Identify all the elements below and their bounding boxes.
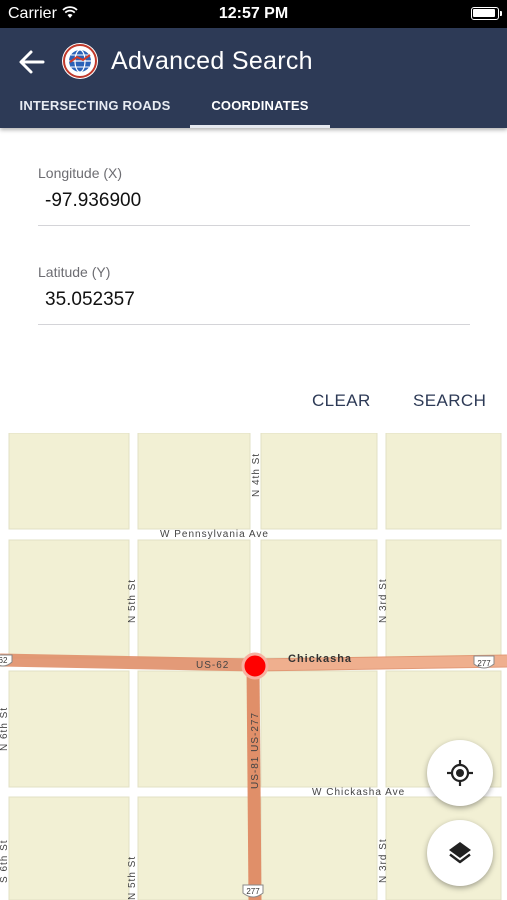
street-label-n5th: N 5th St [127, 579, 138, 623]
latitude-field[interactable]: Latitude (Y) 35.052357 [38, 264, 470, 325]
latitude-input[interactable]: 35.052357 [38, 289, 470, 311]
street-label-6th-upper: N 6th St [0, 707, 10, 751]
location-pin [241, 652, 269, 680]
street-label-us81: US-81 US-277 [250, 712, 261, 789]
street-label-n3rd-lower: N 3rd St [378, 838, 389, 883]
app-bar: Advanced Search INTERSECTING ROADS COORD… [0, 28, 507, 128]
shield-label-left: 62 [0, 656, 8, 665]
shield-label-bottom: 277 [246, 887, 260, 896]
latitude-label: Latitude (Y) [38, 264, 111, 280]
layers-icon [449, 842, 471, 864]
us-277-shield-bottom: 277 [242, 884, 264, 898]
longitude-label: Longitude (X) [38, 165, 123, 181]
street-label-n5th-lower: N 5th St [127, 856, 138, 900]
street-label-chickasha: Chickasha [288, 653, 352, 665]
battery-icon [471, 7, 502, 20]
arrow-left-icon[interactable] [16, 46, 48, 78]
map-view[interactable]: 62 277 277 W Pennsylvania Ave W Chickash… [0, 433, 507, 900]
street-label-n3rd-upper: N 3rd St [378, 578, 389, 623]
shield-label-right: 277 [477, 659, 491, 668]
page-title: Advanced Search [111, 47, 313, 75]
globe-logo-icon [62, 43, 98, 79]
us-277-shield-right: 277 [473, 655, 495, 669]
street-label-us62: US-62 [196, 660, 229, 671]
clock: 12:57 PM [218, 5, 289, 22]
longitude-field[interactable]: Longitude (X) -97.936900 [38, 165, 470, 226]
layers-button[interactable] [427, 820, 493, 886]
street-label-chickasha-ave: W Chickasha Ave [312, 787, 405, 798]
street-label-6th-lower: S 6th St [0, 839, 10, 883]
locate-button[interactable] [427, 740, 493, 806]
status-bar: Carrier 12:57 PM [0, 0, 507, 28]
map-canvas: 62 277 277 W Pennsylvania Ave W Chickash… [0, 433, 507, 900]
tab-coordinates[interactable]: COORDINATES [190, 94, 330, 128]
clear-button[interactable]: CLEAR [312, 391, 371, 411]
longitude-underline [38, 225, 470, 226]
tab-intersecting-roads[interactable]: INTERSECTING ROADS [0, 94, 190, 128]
search-button[interactable]: SEARCH [413, 391, 486, 411]
tab-bar: INTERSECTING ROADS COORDINATES [0, 94, 507, 128]
latitude-underline [38, 324, 470, 325]
crosshair-locate-icon [447, 760, 473, 786]
longitude-input[interactable]: -97.936900 [38, 190, 470, 212]
street-label-n4th: N 4th St [251, 453, 262, 497]
street-label-pennsylvania: W Pennsylvania Ave [160, 529, 269, 540]
